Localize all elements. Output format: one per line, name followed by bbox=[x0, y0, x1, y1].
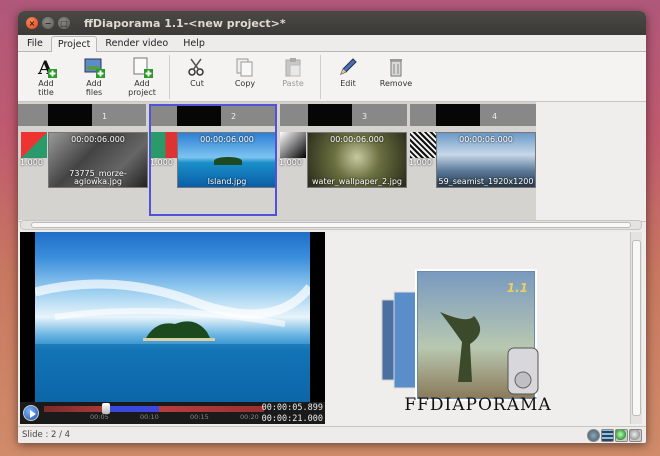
timeline: 1 2 3 4 1.000 1.000 1.000 1.000 00:00:06… bbox=[18, 102, 646, 222]
transition-duration: 1.000 bbox=[20, 158, 43, 167]
ffdiaporama-logo: 1.1 FFDIAPORAMA bbox=[378, 252, 578, 422]
grid-icon[interactable] bbox=[601, 429, 614, 442]
slide-filename: 59_seamist_1920x1200 bbox=[438, 177, 534, 186]
zoom-in-icon[interactable] bbox=[615, 429, 628, 442]
edit-button[interactable]: Edit bbox=[324, 52, 372, 88]
volume-icon[interactable] bbox=[587, 429, 600, 442]
paste-icon bbox=[282, 56, 304, 78]
timeline-scrollbar[interactable] bbox=[20, 220, 642, 230]
pencil-icon bbox=[337, 56, 359, 78]
add-files-label: Add files bbox=[85, 79, 103, 97]
slide-thumbnail[interactable]: 00:00:06.000 59_seamist_1920x1200 bbox=[436, 132, 536, 188]
add-files-button[interactable]: Add files bbox=[70, 52, 118, 97]
menu-tabs: File Project Render video Help bbox=[18, 35, 646, 52]
slide-duration: 00:00:06.000 bbox=[459, 135, 513, 144]
seek-tick: 00:05 bbox=[90, 413, 109, 421]
slide-marker bbox=[436, 104, 480, 126]
copy-button[interactable]: Copy bbox=[221, 52, 269, 88]
transition-icon[interactable] bbox=[280, 132, 306, 158]
tab-project[interactable]: Project bbox=[50, 36, 98, 52]
transition-duration: 1.000 bbox=[409, 158, 432, 167]
island-scene bbox=[35, 279, 310, 402]
current-time: 00:00:05.899 bbox=[261, 403, 323, 413]
app-window: × − □ ffDiaporama 1.1-<new project>* Fil… bbox=[18, 11, 646, 443]
copy-icon bbox=[234, 56, 256, 78]
tab-file[interactable]: File bbox=[20, 35, 50, 51]
seek-bar-current-slide bbox=[102, 406, 159, 412]
scrollbar-thumb[interactable] bbox=[31, 222, 631, 228]
slide-duration: 00:00:06.000 bbox=[330, 135, 384, 144]
preview-area: 00:05 00:10 00:15 00:20 00:00:05.899 00:… bbox=[18, 232, 646, 426]
slide-number: 1 bbox=[102, 112, 108, 121]
paste-button[interactable]: Paste bbox=[269, 52, 317, 88]
tab-render-video[interactable]: Render video bbox=[98, 35, 175, 51]
transition-duration: 1.000 bbox=[279, 158, 302, 167]
slide-thumbnail[interactable]: 00:00:06.000 73775_morze- aglowka.jpg bbox=[48, 132, 148, 188]
add-title-label: Add title bbox=[38, 79, 54, 97]
edit-label: Edit bbox=[340, 79, 356, 88]
status-icons bbox=[587, 429, 642, 442]
logo-version: 1.1 bbox=[507, 281, 528, 295]
minimize-window-button[interactable]: − bbox=[42, 17, 54, 29]
slide-filename: 73775_morze- aglowka.jpg bbox=[69, 170, 127, 186]
seek-tick: 00:10 bbox=[140, 413, 159, 421]
logo-text: FFDIAPORAMA bbox=[404, 395, 551, 415]
slide-number-bar: 1 bbox=[18, 104, 146, 126]
toolbar-separator bbox=[320, 55, 321, 99]
toolbar: A Add title Add files Add project Cut Co… bbox=[18, 52, 646, 102]
scrollbar-thumb[interactable] bbox=[632, 240, 641, 416]
close-window-button[interactable]: × bbox=[26, 17, 38, 29]
zoom-out-icon[interactable] bbox=[629, 429, 642, 442]
tab-help[interactable]: Help bbox=[176, 35, 212, 51]
add-title-button[interactable]: A Add title bbox=[22, 52, 70, 97]
video-preview: 00:05 00:10 00:15 00:20 00:00:05.899 00:… bbox=[20, 232, 325, 424]
total-time: 00:00:21.000 bbox=[261, 414, 323, 424]
transition-icon[interactable] bbox=[410, 132, 436, 158]
preview-image bbox=[35, 232, 310, 402]
selected-slide-highlight bbox=[149, 104, 277, 216]
slide-marker bbox=[48, 104, 92, 126]
transition-icon[interactable] bbox=[21, 132, 47, 158]
slide-number-bar: 4 bbox=[410, 104, 536, 126]
status-bar: Slide : 2 / 4 bbox=[18, 426, 646, 443]
slide-number-bar: 3 bbox=[280, 104, 407, 126]
title-bar: × − □ ffDiaporama 1.1-<new project>* bbox=[18, 11, 646, 35]
cut-button[interactable]: Cut bbox=[173, 52, 221, 88]
add-title-icon: A bbox=[35, 56, 57, 78]
scissors-icon bbox=[186, 56, 208, 78]
add-project-icon bbox=[131, 56, 153, 78]
seek-tick: 00:15 bbox=[190, 413, 209, 421]
slide-counter: Slide : 2 / 4 bbox=[22, 430, 71, 440]
remove-label: Remove bbox=[379, 79, 413, 88]
play-button[interactable] bbox=[23, 405, 39, 421]
trash-icon bbox=[385, 56, 407, 78]
slide-duration: 00:00:06.000 bbox=[71, 135, 125, 144]
slide-filename: water_wallpaper_2.jpg bbox=[312, 177, 402, 186]
add-files-icon bbox=[83, 56, 105, 78]
cut-label: Cut bbox=[190, 79, 204, 88]
seek-tick: 00:20 bbox=[240, 413, 259, 421]
toolbar-separator bbox=[169, 55, 170, 99]
slide-number: 3 bbox=[362, 112, 368, 121]
add-project-label: Add project bbox=[128, 79, 156, 97]
slide-marker bbox=[308, 104, 352, 126]
slide-number: 4 bbox=[492, 112, 498, 121]
maximize-window-button[interactable]: □ bbox=[58, 17, 70, 29]
player-controls: 00:05 00:10 00:15 00:20 00:00:05.899 00:… bbox=[20, 402, 325, 424]
preview-scrollbar[interactable] bbox=[630, 232, 642, 424]
add-project-button[interactable]: Add project bbox=[118, 52, 166, 97]
timeline-strip: 1 2 3 4 1.000 1.000 1.000 1.000 00:00:06… bbox=[18, 102, 536, 220]
remove-button[interactable]: Remove bbox=[372, 52, 420, 88]
window-title: ffDiaporama 1.1-<new project>* bbox=[84, 16, 286, 30]
slide-thumbnail[interactable]: 00:00:06.000 water_wallpaper_2.jpg bbox=[307, 132, 407, 188]
paste-label: Paste bbox=[282, 79, 304, 88]
copy-label: Copy bbox=[234, 79, 256, 88]
